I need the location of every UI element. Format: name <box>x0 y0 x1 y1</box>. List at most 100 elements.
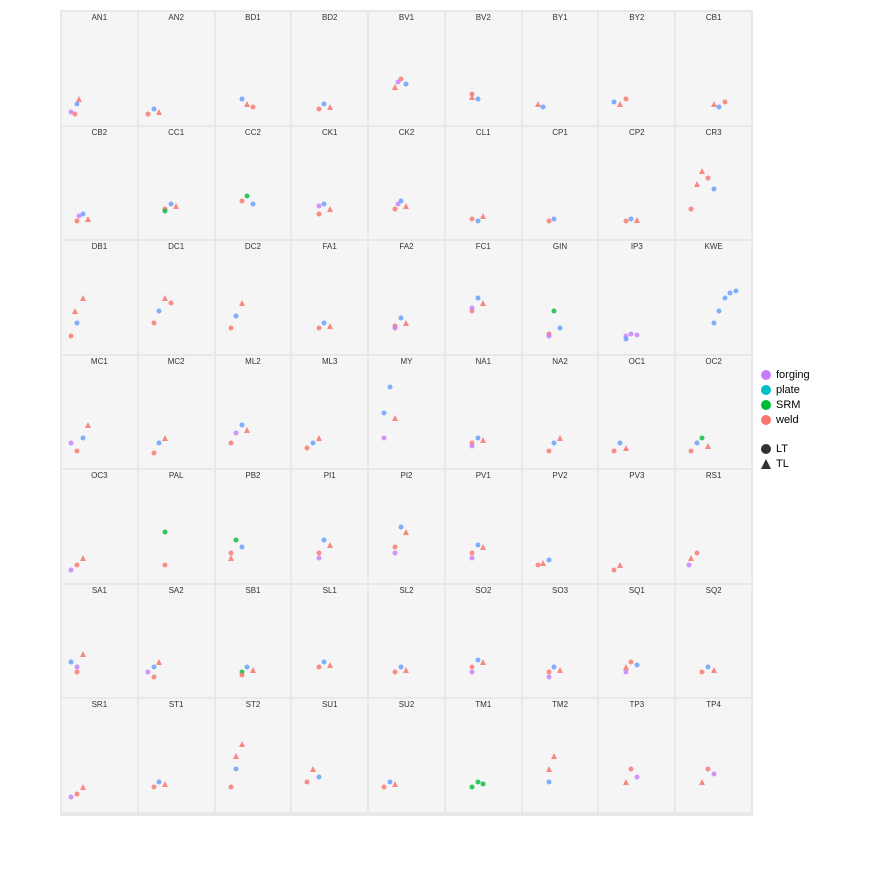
panel-sa2: SA2 <box>139 585 214 698</box>
panel-sl2: SL2 <box>369 585 444 698</box>
plot-area-ck1 <box>292 139 367 240</box>
panel-title-an2: AN2 <box>168 13 184 22</box>
data-point <box>546 779 551 784</box>
data-point <box>382 784 387 789</box>
plot-area-ip3 <box>599 253 674 354</box>
plot-area-su2 <box>369 711 444 812</box>
data-point <box>151 675 156 680</box>
data-point <box>228 326 233 331</box>
data-point <box>711 186 716 191</box>
plot-area-dc1 <box>139 253 214 354</box>
data-point <box>74 665 79 670</box>
panel-title-ip3: IP3 <box>631 242 643 251</box>
data-point <box>623 336 628 341</box>
data-point <box>162 563 167 568</box>
data-point-triangle <box>551 753 557 759</box>
data-point <box>546 219 551 224</box>
panel-kwe: KWE <box>676 241 751 354</box>
data-point <box>393 206 398 211</box>
plot-area-so3 <box>523 597 598 698</box>
panel-title-na1: NA1 <box>475 357 491 366</box>
panel-title-st1: ST1 <box>169 700 184 709</box>
data-point <box>612 448 617 453</box>
data-point-triangle <box>480 300 486 306</box>
orientation-legend: LT TL <box>761 439 873 473</box>
data-point-triangle <box>535 101 541 107</box>
panel-title-dc1: DC1 <box>168 242 184 251</box>
data-point <box>250 104 255 109</box>
data-point <box>234 767 239 772</box>
data-point <box>245 194 250 199</box>
data-point <box>316 665 321 670</box>
data-point-triangle <box>80 295 86 301</box>
data-point <box>316 204 321 209</box>
data-point <box>706 176 711 181</box>
panel-gin: GIN <box>523 241 598 354</box>
data-point <box>74 102 79 107</box>
data-point-triangle <box>392 84 398 90</box>
panel-title-oc2: OC2 <box>705 357 721 366</box>
data-point <box>234 537 239 542</box>
data-point <box>470 784 475 789</box>
plot-area-st2 <box>216 711 291 812</box>
panel-title-na2: NA2 <box>552 357 568 366</box>
panel-na1: NA1 <box>446 356 521 469</box>
data-point <box>151 321 156 326</box>
plot-area-cc1 <box>139 139 214 240</box>
panel-rs1: RS1 <box>676 470 751 583</box>
panel-title-cc2: CC2 <box>245 128 261 137</box>
data-point <box>72 112 77 117</box>
plot-area-dc2 <box>216 253 291 354</box>
legend-item-weld: weld <box>761 414 873 426</box>
data-point <box>700 435 705 440</box>
data-point-triangle <box>688 555 694 561</box>
data-point-triangle <box>85 422 91 428</box>
plot-area-so2 <box>446 597 521 698</box>
data-point-triangle <box>80 651 86 657</box>
data-point-triangle <box>244 101 250 107</box>
form-legend: forging plate SRM weld <box>761 365 873 429</box>
plot-area-cc2 <box>216 139 291 240</box>
weld-color-dot <box>761 415 771 425</box>
data-point-triangle <box>76 96 82 102</box>
panel-title-st2: ST2 <box>246 700 261 709</box>
data-point-triangle <box>327 104 333 110</box>
data-point <box>74 321 79 326</box>
plot-area-oc2 <box>676 368 751 469</box>
data-point <box>623 97 628 102</box>
panel-title-sa1: SA1 <box>92 586 107 595</box>
data-point <box>234 430 239 435</box>
data-point-triangle <box>239 300 245 306</box>
plot-area-sq2 <box>676 597 751 698</box>
plot-area-pv2 <box>523 482 598 583</box>
data-point-triangle <box>480 213 486 219</box>
data-point <box>316 211 321 216</box>
data-point-triangle <box>156 659 162 665</box>
data-point <box>470 92 475 97</box>
plot-area-tp3 <box>599 711 674 812</box>
tl-shape <box>761 459 771 469</box>
forging-label: forging <box>776 369 810 381</box>
panel-dc2: DC2 <box>216 241 291 354</box>
panel-ml3: ML3 <box>292 356 367 469</box>
legend-item-tl: TL <box>761 458 873 470</box>
main-container: AN1AN2BD1BD2BV1BV2BY1BY2CB1CB2CC1CC2CK1C… <box>0 0 878 878</box>
data-point <box>475 779 480 784</box>
panel-title-rs1: RS1 <box>706 471 722 480</box>
data-point-triangle <box>634 217 640 223</box>
panel-bv2: BV2 <box>446 12 521 125</box>
panel-title-sr1: SR1 <box>92 700 108 709</box>
panel-title-ck2: CK2 <box>399 128 415 137</box>
data-point-triangle <box>156 109 162 115</box>
panel-title-mc2: MC2 <box>168 357 185 366</box>
panel-ck2: CK2 <box>369 127 444 240</box>
data-point <box>387 385 392 390</box>
panel-title-ml3: ML3 <box>322 357 338 366</box>
panel-title-mc1: MC1 <box>91 357 108 366</box>
data-point <box>316 326 321 331</box>
plot-area-sl2 <box>369 597 444 698</box>
plot-area-ml3 <box>292 368 367 469</box>
data-point <box>470 216 475 221</box>
panel-grid: AN1AN2BD1BD2BV1BV2BY1BY2CB1CB2CC1CC2CK1C… <box>60 10 753 816</box>
panel-title-sq1: SQ1 <box>629 586 645 595</box>
